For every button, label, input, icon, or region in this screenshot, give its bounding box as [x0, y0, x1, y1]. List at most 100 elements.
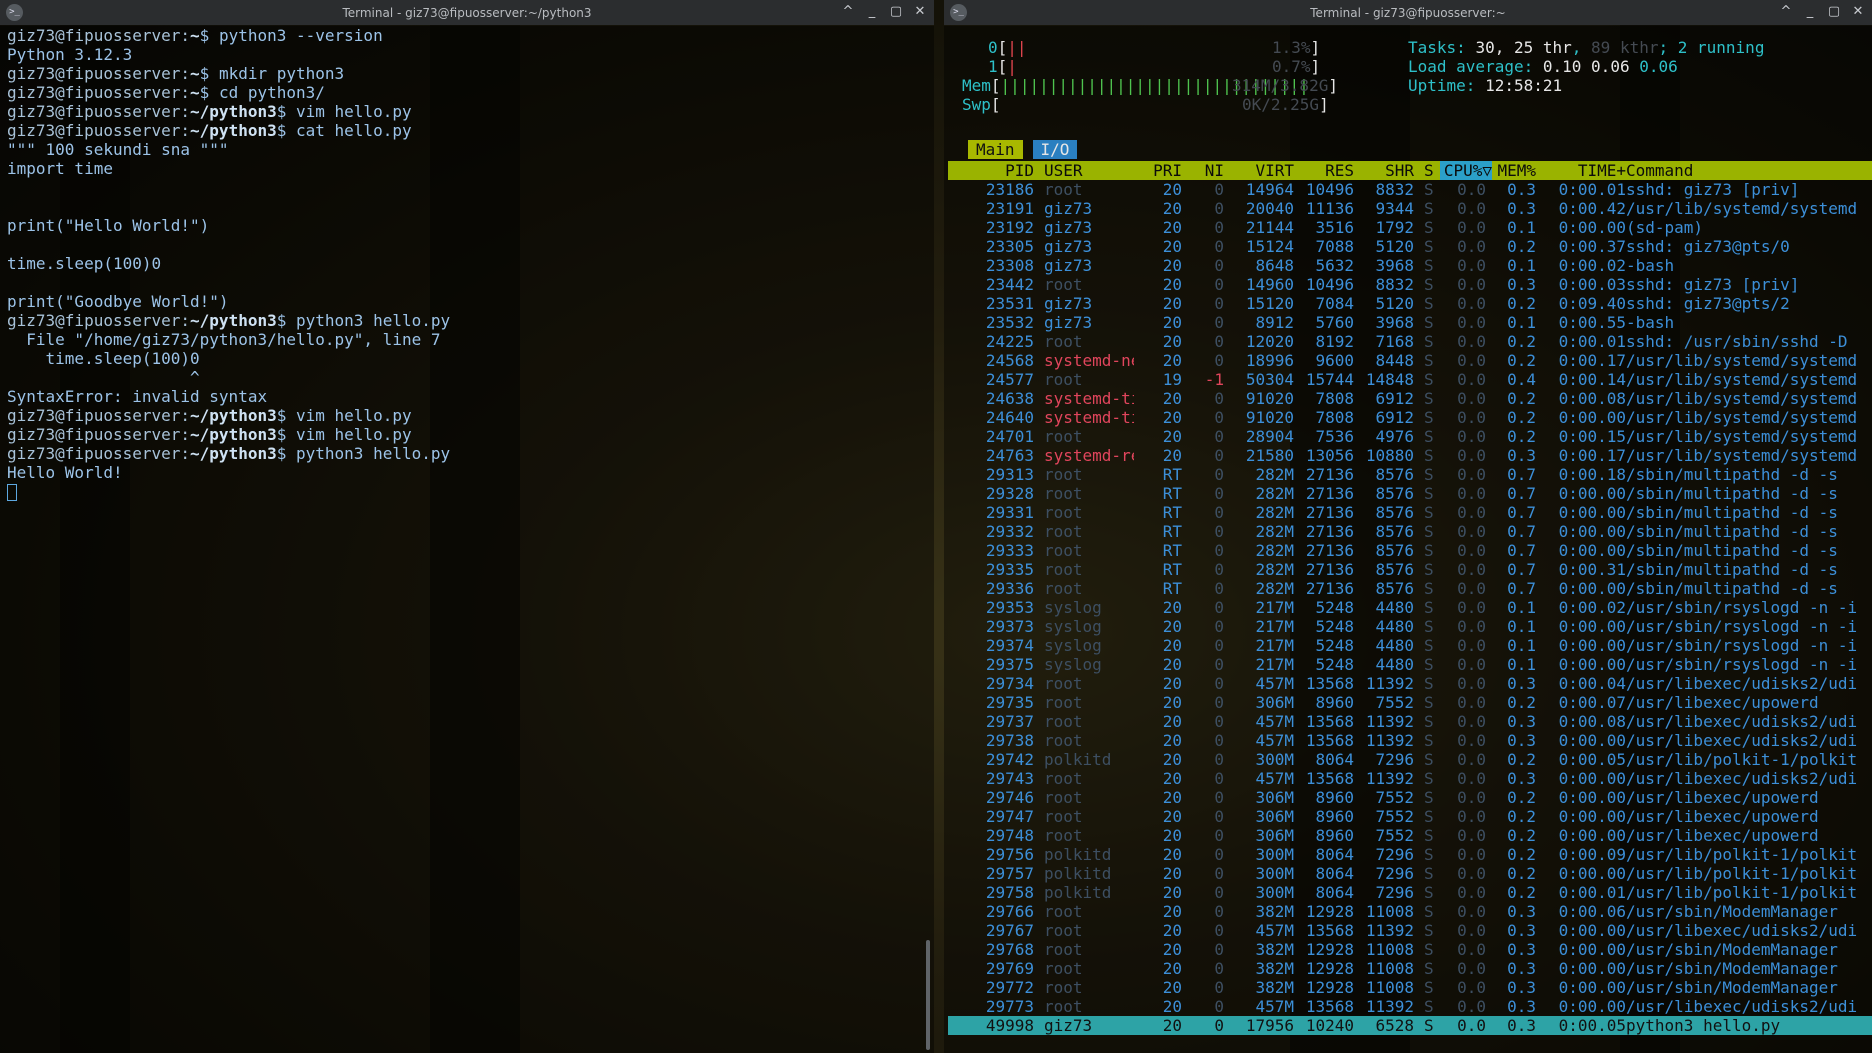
cell-virt: 457M — [1255, 769, 1294, 788]
cell-ni: 0 — [1214, 731, 1224, 750]
prompt-line: giz73@fipuosserver:~/python3$ vim hello.… — [7, 425, 412, 444]
col-header-command[interactable]: Command — [1626, 161, 1693, 180]
keep-above-button[interactable]: ^ — [840, 3, 856, 21]
process-row[interactable]: 29313 root RT 0 282M 27136 8576 S 0.0 0.7 0:00.18/… — [948, 465, 1872, 484]
process-row[interactable]: 23531 giz73 20 0 15120 7084 5120 S 0.0 0.2 0:09.40… — [948, 294, 1872, 313]
tab-io[interactable]: I/O — [1032, 140, 1078, 159]
process-row[interactable]: 29738 root 20 0 457M 13568 11392 S 0.0 0.3 0:00.00… — [948, 731, 1872, 750]
cell-cmd: /usr/sbin/ModemManager — [1626, 940, 1838, 959]
process-row[interactable]: 29735 root 20 0 306M 8960 7552 S 0.0 0.2 0:00.07/u… — [948, 693, 1872, 712]
process-row[interactable]: 29767 root 20 0 457M 13568 11392 S 0.0 0.3 0:00.00… — [948, 921, 1872, 940]
terminal-app-icon[interactable]: >_ — [6, 4, 23, 21]
process-row[interactable]: 29747 root 20 0 306M 8960 7552 S 0.0 0.2 0:00.00/u… — [948, 807, 1872, 826]
col-header-cpu[interactable]: CPU%▽ — [1440, 161, 1492, 180]
process-row[interactable]: 24225 root 20 0 12020 8192 7168 S 0.0 0.2 0:00.01 s… — [948, 332, 1872, 351]
cell-pid: 29734 — [985, 674, 1034, 693]
scrollbar[interactable] — [926, 940, 930, 1050]
cell-user: giz73 — [1044, 199, 1093, 218]
keep-above-button[interactable]: ^ — [1778, 3, 1794, 21]
process-row[interactable]: 29769 root 20 0 382M 12928 11008 S 0.0 0.3 0:00.00… — [948, 959, 1872, 978]
col-header-virt[interactable]: VIRT — [1226, 161, 1294, 180]
process-row[interactable]: 29757 polkitd 20 0 300M 8064 7296 S 0.0 0.2 0:00.0… — [948, 864, 1872, 883]
cell-virt: 21144 — [1245, 218, 1294, 237]
cell-cpu: 0.0 — [1457, 522, 1486, 541]
process-row[interactable]: 29766 root 20 0 382M 12928 11008 S 0.0 0.3 0:00.06… — [948, 902, 1872, 921]
cell-res: 12928 — [1305, 902, 1354, 921]
process-row[interactable]: 24640 systemd-ti 20 0 91020 7808 6912 S 0.0 0.2 0:… — [948, 408, 1872, 427]
process-row[interactable]: 29748 root 20 0 306M 8960 7552 S 0.0 0.2 0:00.00/u… — [948, 826, 1872, 845]
process-row[interactable]: 24763 systemd-re 20 0 21580 13056 10880 S 0.0 0.3… — [948, 446, 1872, 465]
cell-mem: 0.1 — [1507, 636, 1536, 655]
maximize-button[interactable]: ▢ — [888, 3, 904, 21]
process-row[interactable]: 29332 root RT 0 282M 27136 8576 S 0.0 0.7 0:00.00/… — [948, 522, 1872, 541]
process-row[interactable]: 23192 giz73 20 0 21144 3516 1792 S 0.0 0.1 0:00.00… — [948, 218, 1872, 237]
col-header-shr[interactable]: SHR — [1356, 161, 1414, 180]
cell-time: 0:00.00 — [1558, 731, 1626, 750]
maximize-button[interactable]: ▢ — [1826, 3, 1842, 21]
process-row[interactable]: 29756 polkitd 20 0 300M 8064 7296 S 0.0 0.2 0:00.0… — [948, 845, 1872, 864]
col-header-pri[interactable]: PRI — [1134, 161, 1182, 180]
process-row[interactable]: 29734 root 20 0 457M 13568 11392 S 0.0 0.3 0:00.04… — [948, 674, 1872, 693]
process-row[interactable]: 29746 root 20 0 306M 8960 7552 S 0.0 0.2 0:00.00/u… — [948, 788, 1872, 807]
process-row[interactable]: 23308 giz73 20 0 8648 5632 3968 S 0.0 0.1 0:00.02-… — [948, 256, 1872, 275]
cell-pid: 29768 — [985, 940, 1034, 959]
cell-res: 10496 — [1305, 180, 1354, 199]
process-row[interactable]: 29331 root RT 0 282M 27136 8576 S 0.0 0.7 0:00.00/… — [948, 503, 1872, 522]
process-row[interactable]: 29743 root 20 0 457M 13568 11392 S 0.0 0.3 0:00.00… — [948, 769, 1872, 788]
cell-virt: 91020 — [1245, 408, 1294, 427]
prompt-line: giz73@fipuosserver:~/python3$ python3 he… — [7, 444, 451, 463]
process-row[interactable]: 29742 polkitd 20 0 300M 8064 7296 S 0.0 0.2 0:00.0… — [948, 750, 1872, 769]
cell-user: root — [1044, 370, 1083, 389]
process-row[interactable]: 29328 root RT 0 282M 27136 8576 S 0.0 0.7 0:00.00/… — [948, 484, 1872, 503]
process-row[interactable]: 29373 syslog 20 0 217M 5248 4480 S 0.0 0.1 0:00.00… — [948, 617, 1872, 636]
terminal-output[interactable]: giz73@fipuosserver:~$ python3 --version P… — [0, 26, 934, 1053]
close-button[interactable]: ✕ — [1850, 3, 1866, 21]
minimize-button[interactable]: _ — [1802, 3, 1818, 21]
process-row[interactable]: 29773 root 20 0 457M 13568 11392 S 0.0 0.3 0:00.00… — [948, 997, 1872, 1016]
cell-pri: 20 — [1162, 731, 1182, 750]
process-row[interactable]: 29772 root 20 0 382M 12928 11008 S 0.0 0.3 0:00.00… — [948, 978, 1872, 997]
htop-screen[interactable]: 0[|| 1.3%] 1[| 0.7%] Mem[|||||||||||||||… — [944, 26, 1872, 1053]
titlebar-left[interactable]: >_ Terminal - giz73@fipuosserver:~/pytho… — [0, 0, 934, 25]
col-header-user[interactable]: USER — [1044, 161, 1083, 180]
col-header-mem[interactable]: MEM% — [1492, 161, 1536, 180]
process-row[interactable]: 24568 systemd-ne 20 0 18996 9600 8448 S 0.0 0.2 0:… — [948, 351, 1872, 370]
cell-time: 0:00.01 — [1558, 332, 1626, 351]
process-row[interactable]: 23191 giz73 20 0 20040 11136 9344 S 0.0 0.3 0:00.4… — [948, 199, 1872, 218]
cell-mem: 0.7 — [1507, 522, 1536, 541]
cell-ni: 0 — [1214, 218, 1224, 237]
process-row[interactable]: 29353 syslog 20 0 217M 5248 4480 S 0.0 0.1 0:00.02… — [948, 598, 1872, 617]
process-row[interactable]: 23442 root 20 0 14960 10496 8832 S 0.0 0.3 0:00.03… — [948, 275, 1872, 294]
col-header-state[interactable]: S — [1424, 161, 1434, 180]
process-row[interactable]: 23186 root 20 0 14964 10496 8832 S 0.0 0.3 0:00.01… — [948, 180, 1872, 199]
process-row[interactable]: 24638 systemd-ti 20 0 91020 7808 6912 S 0.0 0.2 0:… — [948, 389, 1872, 408]
cell-user: giz73 — [1044, 1016, 1093, 1035]
process-row-selected[interactable]: 49998 giz73 20 0 17956 10240 6528 S 0.0 0.3 0:00.0… — [948, 1016, 1872, 1035]
col-header-ni[interactable]: NI — [1184, 161, 1224, 180]
close-button[interactable]: ✕ — [912, 3, 928, 21]
prompt-host: giz73@fipuosserver — [7, 64, 181, 83]
process-row[interactable]: 29758 polkitd 20 0 300M 8064 7296 S 0.0 0.2 0:00.0… — [948, 883, 1872, 902]
process-row[interactable]: 29374 syslog 20 0 217M 5248 4480 S 0.0 0.1 0:00.00… — [948, 636, 1872, 655]
process-row[interactable]: 29737 root 20 0 457M 13568 11392 S 0.0 0.3 0:00.08… — [948, 712, 1872, 731]
cell-cmd: (sd-pam) — [1626, 218, 1704, 237]
col-header-time[interactable]: TIME+ — [1538, 161, 1626, 180]
terminal-app-icon[interactable]: >_ — [950, 4, 967, 21]
cell-virt: 8912 — [1255, 313, 1294, 332]
process-row[interactable]: 29336 root RT 0 282M 27136 8576 S 0.0 0.7 0:00.00/… — [948, 579, 1872, 598]
tab-main[interactable]: Main — [968, 140, 1023, 159]
col-header-res[interactable]: RES — [1296, 161, 1354, 180]
process-row[interactable]: 23532 giz73 20 0 8912 5760 3968 S 0.0 0.1 0:00.55-… — [948, 313, 1872, 332]
process-row[interactable]: 29335 root RT 0 282M 27136 8576 S 0.0 0.7 0:00.31/… — [948, 560, 1872, 579]
process-row[interactable]: 24701 root 20 0 28904 7536 4976 S 0.0 0.2 0:00.15/… — [948, 427, 1872, 446]
process-row[interactable]: 29375 syslog 20 0 217M 5248 4480 S 0.0 0.1 0:00.00… — [948, 655, 1872, 674]
output-line: SyntaxError: invalid syntax — [7, 387, 268, 406]
minimize-button[interactable]: _ — [864, 3, 880, 21]
process-row[interactable]: 29768 root 20 0 382M 12928 11008 S 0.0 0.3 0:00.00… — [948, 940, 1872, 959]
process-row[interactable]: 24577 root 19 -1 50304 15744 14848 S 0.0 0.4 0:00.… — [948, 370, 1872, 389]
col-header-pid[interactable]: PID — [948, 161, 1034, 180]
process-row[interactable]: 23305 giz73 20 0 15124 7088 5120 S 0.0 0.2 0:00.37… — [948, 237, 1872, 256]
titlebar-right[interactable]: >_ Terminal - giz73@fipuosserver:~ ^ _ ▢… — [944, 0, 1872, 25]
cell-pid: 24568 — [985, 351, 1034, 370]
process-row[interactable]: 29333 root RT 0 282M 27136 8576 S 0.0 0.7 0:00.00/… — [948, 541, 1872, 560]
